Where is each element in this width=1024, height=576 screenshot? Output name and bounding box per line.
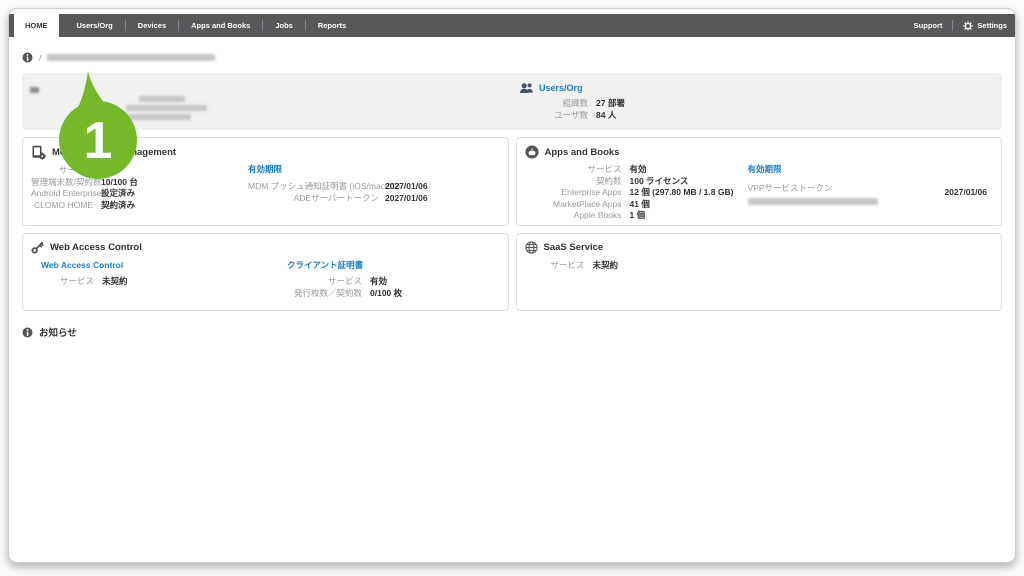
key-icon [31, 241, 44, 254]
stat-value: 84 人 [596, 110, 625, 120]
overview-panel: Users/Org 組織数 27 部署 ユーザ数 84 人 [22, 73, 1002, 130]
notices-section: お知らせ [22, 325, 1002, 339]
support-link[interactable]: Support [914, 21, 943, 30]
tab-apps-and-books[interactable]: Apps and Books [179, 14, 262, 37]
app-window: HOME Users/Org Devices Apps and Books Jo… [8, 8, 1016, 563]
field-value: 1 個 [630, 210, 994, 220]
breadcrumb: / [22, 51, 1002, 64]
annotation-number: 1 [84, 112, 113, 170]
web-access-control-link[interactable]: Web Access Control [41, 260, 123, 270]
vpp-token-expiry-date: 2027/01/06 [944, 187, 987, 197]
client-certificate-section: クライアント証明書 サービス 有効 発行枚数／契約数 0/100 枚 [287, 255, 402, 298]
redacted-org-line [139, 96, 185, 102]
apps-expiry-link[interactable]: 有効期限 [748, 164, 782, 174]
tab-devices[interactable]: Devices [126, 14, 178, 37]
redacted-org-line [126, 105, 207, 111]
card-title: SaaS Service [544, 242, 604, 253]
field-label: サービス [31, 276, 94, 286]
mdm-expiry-section: 有効期限 MDM プッシュ通知証明書 (iOS/macOS) 2027/01/0… [248, 159, 428, 203]
field-value: 2027/01/06 [385, 193, 428, 203]
field-value: 有効 [370, 276, 402, 286]
field-label: Enterprise Apps [525, 187, 622, 197]
field-label: サービス [525, 260, 585, 270]
tab-home[interactable]: HOME [14, 14, 59, 37]
card-title: Web Access Control [50, 242, 142, 253]
gear-icon [963, 21, 973, 31]
field-label: MarketPlace Apps [525, 199, 622, 209]
notices-title: お知らせ [39, 325, 77, 339]
field-value: 未契約 [593, 260, 994, 270]
client-certificate-status-list: サービス 有効 発行枚数／契約数 0/100 枚 [287, 276, 402, 298]
card-web-access-control: Web Access Control Web Access Control サー… [22, 233, 509, 311]
wac-status-list: サービス 未契約 [31, 276, 500, 286]
globe-icon [525, 241, 538, 254]
stat-label: ユーザ数 [519, 110, 588, 120]
users-org-summary: Users/Org 組織数 27 部署 ユーザ数 84 人 [519, 82, 625, 120]
tab-jobs[interactable]: Jobs [263, 14, 305, 37]
field-label: サービス [287, 276, 362, 286]
client-certificate-link[interactable]: クライアント証明書 [287, 260, 363, 270]
field-value: 0/100 枚 [370, 288, 402, 298]
field-value: 2027/01/06 [385, 181, 428, 191]
field-label: サービス [525, 164, 622, 174]
card-saas-service: SaaS Service サービス 未契約 [516, 233, 1003, 311]
card-apps-and-books: Apps and Books サービス 有効 契約数 100 ライセンス Ent… [516, 137, 1003, 226]
breadcrumb-separator: / [39, 53, 41, 63]
field-label: CLOMO HOME [31, 200, 93, 210]
field-label: Apple Books [525, 210, 622, 220]
apple-apps-icon [525, 145, 539, 159]
card-title: Apps and Books [545, 147, 620, 158]
saas-status-list: サービス 未契約 [525, 260, 994, 270]
field-label: Android Enterprise [31, 188, 93, 198]
users-org-stats: 組織数 27 部署 ユーザ数 84 人 [519, 98, 625, 120]
service-cards: Mobile Device Management サービス 有効 管理端末数/契… [22, 137, 1002, 311]
apps-expiry-section: 有効期限 VPPサービストークン [748, 159, 878, 205]
redacted-vpp-token-value [748, 198, 878, 205]
info-icon [22, 327, 33, 338]
tab-reports[interactable]: Reports [306, 14, 358, 37]
stat-label: 組織数 [519, 98, 588, 108]
tab-users-org[interactable]: Users/Org [65, 14, 125, 37]
users-icon [519, 82, 534, 94]
field-label: 契約数 [525, 176, 622, 186]
field-label: ADEサーバートークン [248, 193, 379, 203]
mdm-expiry-list: MDM プッシュ通知証明書 (iOS/macOS) 2027/01/06 ADE… [248, 181, 428, 203]
settings-label: Settings [977, 21, 1007, 30]
users-org-link-label: Users/Org [539, 83, 583, 93]
stat-value: 27 部署 [596, 98, 625, 108]
redacted-account-name [47, 54, 215, 61]
field-label: MDM プッシュ通知証明書 (iOS/macOS) [248, 181, 379, 191]
redacted-org-fragment [30, 87, 39, 93]
vpp-token-label: VPPサービストークン [748, 182, 878, 194]
users-org-link[interactable]: Users/Org [519, 82, 625, 94]
nav-divider [952, 20, 953, 31]
field-label: 発行枚数／契約数 [287, 288, 362, 298]
top-navigation: HOME Users/Org Devices Apps and Books Jo… [9, 14, 1015, 37]
info-icon [22, 52, 33, 63]
settings-link[interactable]: Settings [963, 21, 1007, 31]
annotation-step-1-badge: 1 [58, 70, 138, 180]
mdm-device-gear-icon [31, 145, 46, 160]
mdm-expiry-link[interactable]: 有効期限 [248, 164, 282, 174]
